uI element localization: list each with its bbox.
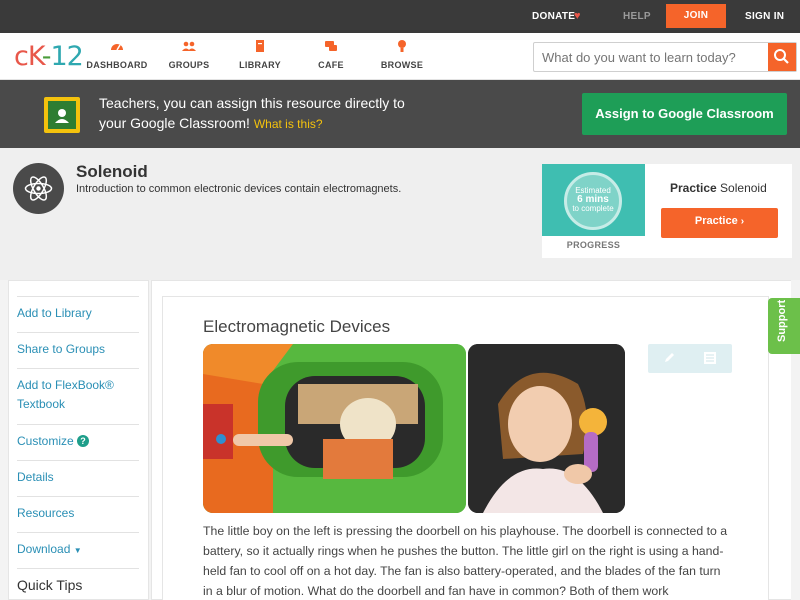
heart-icon[interactable]: ♥ [574, 0, 581, 33]
browse-icon [398, 40, 406, 52]
sidebar-item-customize[interactable]: Customize ? [17, 432, 139, 451]
estimated-time-badge: Estimated 6 mins to complete [564, 172, 622, 230]
annotation-tools [648, 344, 732, 373]
practice-title: Practice Solenoid [670, 181, 767, 195]
sidebar-item-add-to-flexbook[interactable]: Add to FlexBook® Textbook [17, 376, 139, 414]
sidebar-item-add-to-library[interactable]: Add to Library [17, 304, 139, 323]
join-button[interactable]: JOIN [666, 4, 726, 28]
nav-library[interactable]: LIBRARY [225, 39, 295, 70]
sign-in-link[interactable]: SIGN IN [745, 0, 784, 33]
search-button[interactable] [768, 43, 796, 71]
sidebar-item-download[interactable]: Download ▼ [17, 540, 139, 560]
sidebar: Add to Library Share to Groups Add to Fl… [8, 280, 149, 600]
sidebar-item-details[interactable]: Details [17, 468, 139, 487]
pencil-icon[interactable] [662, 351, 676, 365]
support-tab[interactable]: Support [768, 298, 800, 354]
atom-icon [13, 163, 64, 214]
library-icon [256, 40, 264, 52]
ck12-logo[interactable]: cK-12 [14, 41, 84, 72]
notes-icon[interactable] [703, 351, 717, 365]
caret-down-icon: ▼ [73, 546, 82, 555]
dashboard-icon [111, 44, 123, 51]
sidebar-item-resources[interactable]: Resources [17, 504, 139, 523]
cafe-icon [325, 41, 337, 51]
girl-fan-photo [468, 344, 625, 513]
help-icon[interactable]: ? [77, 435, 90, 447]
google-classroom-icon [44, 97, 80, 133]
search-icon [774, 49, 789, 64]
sidebar-item-share-to-groups[interactable]: Share to Groups [17, 340, 139, 359]
progress-box: Estimated 6 mins to complete PROGRESS [542, 164, 645, 258]
lesson-paragraph: The little boy on the left is pressing t… [203, 524, 728, 598]
chevron-right-icon: › [740, 216, 745, 227]
assign-google-classroom-button[interactable]: Assign to Google Classroom [582, 93, 787, 135]
top-utility-bar: DONATE ♥ HELP JOIN SIGN IN [0, 0, 800, 33]
practice-button[interactable]: Practice › [661, 208, 778, 238]
concept-header: Solenoid Introduction to common electron… [0, 148, 800, 280]
lesson-content: Electromagnetic Devices The little boy o… [162, 296, 769, 600]
what-is-this-link[interactable]: What is this? [254, 117, 323, 131]
nav-dashboard[interactable]: DASHBOARD [82, 39, 152, 70]
progress-label: PROGRESS [566, 240, 621, 250]
search-input[interactable] [534, 43, 768, 71]
help-link[interactable]: HELP [623, 0, 651, 33]
nav-cafe[interactable]: CAFE [296, 39, 366, 70]
groups-icon [182, 41, 196, 51]
classroom-message: Teachers, you can assign this resource d… [99, 95, 405, 131]
page-subtitle: Introduction to common electronic device… [76, 183, 402, 195]
content-panel: Electromagnetic Devices The little boy o… [151, 280, 791, 600]
boy-doorbell-photo [203, 344, 466, 513]
donate-link[interactable]: DONATE [532, 0, 575, 33]
main-nav: cK-12 DASHBOARD GROUPS LIBRARY CAFE BROW… [0, 33, 800, 80]
nav-browse[interactable]: BROWSE [367, 39, 437, 70]
page-title: Solenoid [76, 162, 148, 181]
quick-tips-heading: Quick Tips [17, 577, 83, 593]
search-box [533, 42, 797, 72]
nav-groups[interactable]: GROUPS [154, 39, 224, 70]
practice-card: Estimated 6 mins to complete PROGRESS Pr… [542, 164, 792, 258]
google-classroom-banner: Teachers, you can assign this resource d… [0, 80, 800, 148]
section-title: Electromagnetic Devices [203, 317, 391, 336]
